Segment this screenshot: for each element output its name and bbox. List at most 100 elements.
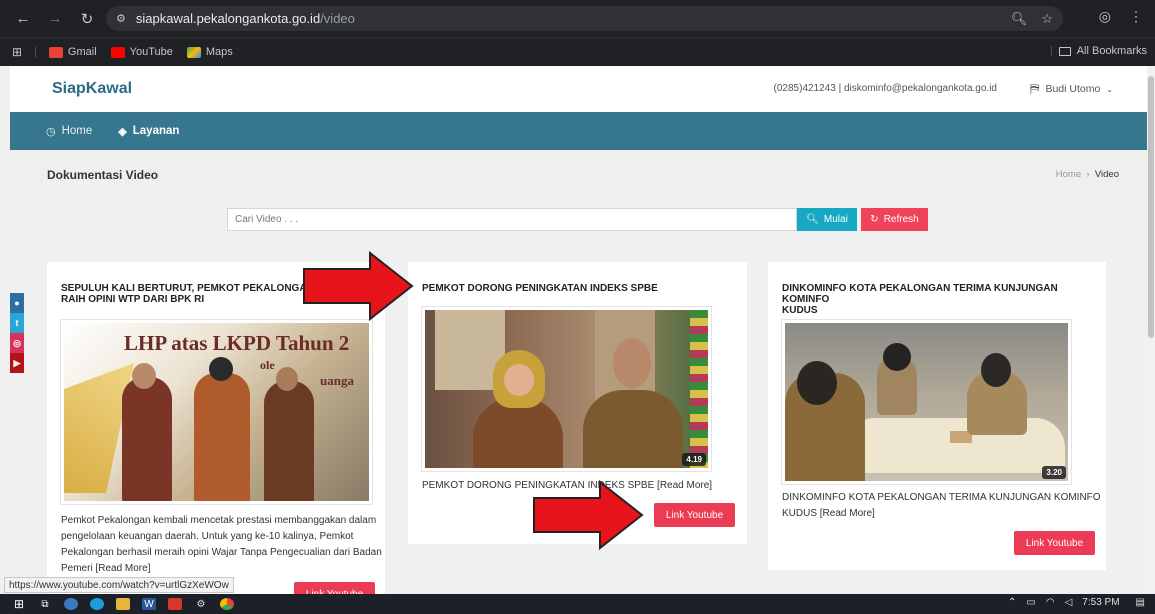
banner-subtext-2: uanga (320, 373, 354, 388)
dashboard-icon: ◷ (46, 125, 56, 138)
person-figure (122, 377, 172, 501)
search-input[interactable]: Cari Video . . . (227, 208, 797, 231)
video-description: Pemkot Pekalongan kembali mencetak prest… (61, 515, 382, 574)
site-header: SiapKawal (0285)421243 | diskominfo@peka… (10, 66, 1147, 112)
scroll-thumb[interactable] (1148, 76, 1154, 338)
menu-icon[interactable]: ⋮ (1129, 8, 1143, 25)
link-status-url: https://www.youtube.com/watch?v=urtlGzXe… (4, 577, 234, 593)
search-button[interactable]: 🔍︎ Mulai (797, 208, 857, 231)
word-icon[interactable]: W (142, 598, 156, 610)
folder-icon (1058, 46, 1071, 56)
windows-start-icon[interactable]: ⊞ (12, 597, 26, 611)
person-figure (981, 353, 1011, 387)
apps-icon[interactable]: ⊞ (12, 45, 22, 59)
site-info-icon[interactable]: ⚙ (116, 12, 126, 25)
person-figure (264, 381, 314, 501)
clock[interactable]: 7:53 PM (1082, 597, 1119, 608)
video-description: DINKOMINFO KOTA PEKALONGAN TERIMA KUNJUN… (782, 492, 1101, 519)
system-tray: ⌃ ▭ ◠ ◁ 7:53 PM ▤ (1008, 597, 1145, 608)
volume-icon[interactable]: ◁ (1065, 597, 1073, 608)
video-title[interactable]: SEPULUH KALI BERTURUT, PEMKOT PEKALONGAN… (61, 283, 314, 305)
video-thumbnail[interactable]: LHP atas LKPD Tahun 2 ole uanga (60, 319, 373, 505)
app-icon-1[interactable] (64, 598, 78, 610)
browser-toolbar: ← → ↻ ⚙ siapkawal.pekalongankota.go.id/v… (0, 0, 1155, 37)
app-icon-2[interactable] (168, 598, 182, 610)
file-explorer-icon[interactable] (116, 598, 130, 610)
red-arrow-1 (303, 251, 414, 321)
wifi-icon[interactable]: ◠ (1046, 597, 1055, 608)
video-card: DINKOMINFO KOTA PEKALONGAN TERIMA KUNJUN… (768, 262, 1106, 570)
banner-text: LHP atas LKPD Tahun 2 (124, 331, 350, 355)
bookmark-maps[interactable]: Maps (186, 46, 233, 58)
person-figure (276, 367, 298, 391)
video-thumbnail[interactable]: 4.19 (421, 306, 712, 472)
person-figure (209, 357, 233, 381)
task-view-icon[interactable]: ⧉ (38, 598, 52, 610)
windows-taskbar: ⊞ ⧉ W ⚙ ⌃ ▭ ◠ ◁ 7:53 PM ▤ (0, 594, 1155, 614)
user-name: Budi Utomo (1045, 83, 1101, 95)
person-figure (194, 373, 250, 501)
search-icon: 🔍︎ (806, 214, 819, 225)
nav-home[interactable]: ◷ Home (46, 125, 92, 138)
page-title-bar: Dokumentasi Video Home › Video (10, 150, 1147, 198)
video-duration: 3.20 (1042, 466, 1066, 479)
link-youtube-button[interactable]: Link Youtube (1014, 531, 1095, 555)
chrome-icon[interactable] (220, 598, 234, 610)
nav-layanan[interactable]: ◈ Layanan (118, 125, 179, 138)
youtube-icon[interactable]: ▶ (10, 353, 24, 373)
bookmark-star-icon[interactable]: ☆ (1041, 11, 1053, 27)
person-figure (132, 363, 156, 389)
link-youtube-button[interactable]: Link Youtube (654, 503, 735, 527)
settings-icon[interactable]: ⚙ (194, 598, 208, 610)
back-icon[interactable]: ← (12, 10, 34, 27)
video-thumbnail[interactable]: 3.20 (781, 319, 1072, 485)
youtube-icon (110, 46, 125, 58)
person-figure (583, 390, 683, 468)
breadcrumb: Home › Video (1055, 169, 1119, 180)
person-figure (504, 364, 534, 396)
url-text[interactable]: siapkawal.pekalongankota.go.id/video (136, 11, 355, 26)
video-duration: 4.19 (682, 453, 706, 466)
bookmark-gmail[interactable]: Gmail (48, 46, 97, 58)
site-brand[interactable]: SiapKawal (52, 80, 132, 98)
refresh-button[interactable]: ↻ Refresh (861, 208, 928, 231)
breadcrumb-home[interactable]: Home (1056, 169, 1081, 180)
gplus-icon[interactable]: ● (10, 293, 24, 313)
person-figure (797, 361, 837, 405)
user-menu[interactable]: ⛿ Budi Utomo ⌄ (1030, 81, 1113, 97)
social-links: ● t ◎ ▶ (10, 293, 24, 373)
red-arrow-2 (533, 480, 644, 550)
person-figure (613, 338, 651, 388)
zoom-icon[interactable]: 🔍︎ (1011, 11, 1028, 27)
refresh-icon: ↻ (870, 214, 879, 225)
reload-icon[interactable]: ↻ (76, 10, 98, 28)
video-title[interactable]: DINKOMINFO KOTA PEKALONGAN TERIMA KUNJUN… (782, 283, 1106, 316)
bookmark-youtube[interactable]: YouTube (110, 46, 173, 58)
page-scrollbar[interactable] (1147, 66, 1155, 594)
contact-info: (0285)421243 | diskominfo@pekalongankota… (773, 83, 997, 94)
bookmarks-bar: ⊞ | Gmail YouTube Maps | All Bookmarks (0, 37, 1155, 66)
layers-icon: ◈ (118, 125, 127, 138)
network-icon[interactable]: ▭ (1026, 597, 1035, 608)
all-bookmarks[interactable]: | All Bookmarks (1050, 45, 1147, 57)
video-title[interactable]: PEMKOT DORONG PENINGKATAN INDEKS SPBE (422, 283, 658, 294)
twitter-icon[interactable]: t (10, 313, 24, 333)
user-icon: ⛿ (1029, 81, 1040, 96)
forward-icon[interactable]: → (44, 10, 66, 27)
instagram-icon[interactable]: ◎ (10, 333, 24, 353)
chevron-up-icon[interactable]: ⌃ (1008, 597, 1016, 608)
notification-icon[interactable]: ▤ (1136, 597, 1145, 608)
banner-subtext: ole (260, 358, 275, 372)
edge-icon[interactable] (90, 598, 104, 610)
pattern-deco (690, 310, 708, 468)
table-deco (845, 418, 1065, 473)
address-bar[interactable]: ⚙ siapkawal.pekalongankota.go.id/video 🔍… (106, 6, 1063, 31)
person-figure (473, 398, 563, 468)
profile-icon[interactable]: ◎ (1099, 8, 1111, 25)
page-title: Dokumentasi Video (47, 168, 159, 182)
breadcrumb-current: Video (1094, 169, 1119, 180)
gmail-icon (48, 46, 63, 58)
maps-icon (186, 46, 201, 58)
person-figure (883, 343, 911, 371)
main-nav: ◷ Home ◈ Layanan (10, 112, 1147, 150)
